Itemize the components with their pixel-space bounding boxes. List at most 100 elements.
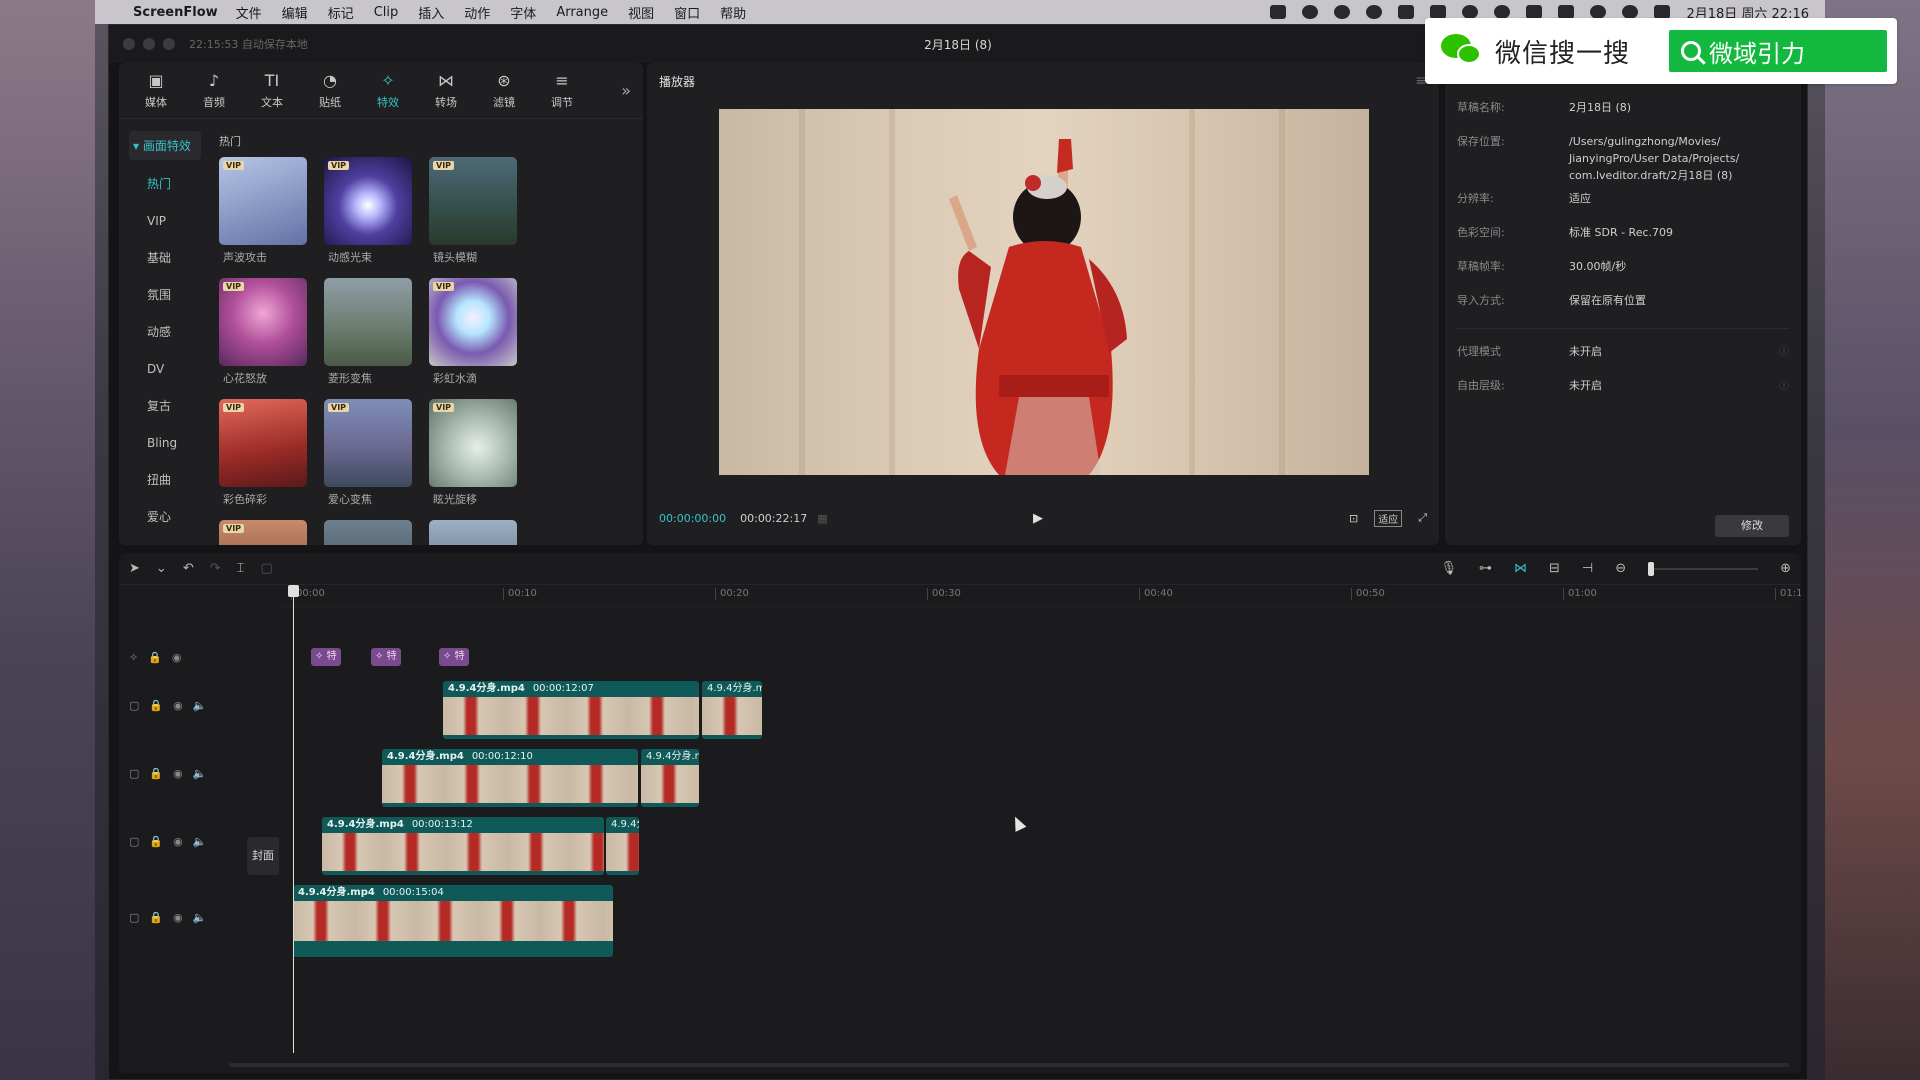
eye-icon[interactable]: ◉ (173, 835, 183, 848)
video-clip[interactable]: 4.9.4分身.mp4 00:00:12:07 (443, 681, 699, 739)
notification-icon[interactable] (1462, 5, 1479, 19)
zoom-window-button[interactable] (163, 38, 175, 50)
menu-font[interactable]: 字体 (510, 3, 536, 22)
category-dv[interactable]: DV (119, 351, 209, 388)
wechat-search-box[interactable]: 微域引力 (1669, 30, 1887, 72)
network-icon[interactable] (1302, 5, 1319, 19)
lock-icon[interactable]: 🔒 (149, 911, 163, 924)
lock-icon[interactable]: 🔒 (148, 651, 162, 664)
screen-record-icon[interactable] (1270, 5, 1287, 19)
link-icon[interactable]: ⊶ (1479, 561, 1492, 576)
search-icon[interactable] (1654, 5, 1671, 19)
effect-tile[interactable]: VIP 心花怒放 (219, 278, 307, 399)
effect-clip[interactable]: ✧ 特 (439, 648, 469, 666)
effect-tile[interactable] (429, 520, 517, 545)
undo-icon[interactable]: ↶ (183, 561, 194, 576)
effect-tile[interactable]: VIP 彩色碎彩 (219, 399, 307, 520)
timeline-body[interactable]: 00:00 00:10 00:20 00:30 00:40 00:50 01:0… (119, 585, 1801, 1073)
category-love[interactable]: 爱心 (119, 499, 209, 536)
zoom-in-icon[interactable]: ⊕ (1780, 561, 1791, 576)
tab-sticker[interactable]: ◔ 贴纸 (301, 71, 359, 110)
menu-action[interactable]: 动作 (464, 3, 490, 22)
category-bling[interactable]: Bling (119, 425, 209, 462)
effect-clip[interactable]: ✧ 特 (311, 648, 341, 666)
menu-view[interactable]: 视图 (628, 3, 654, 22)
video-clip[interactable]: 4.9.4分身.mp4 00:00:12:10 (382, 749, 638, 807)
category-hot[interactable]: 热门 (119, 166, 209, 203)
status-dot-icon[interactable] (1366, 5, 1383, 19)
video-clip[interactable]: 4.9.4分 (606, 817, 639, 875)
playhead-handle[interactable] (288, 585, 299, 597)
audio-icon[interactable]: 🔈 (193, 911, 207, 924)
zoom-slider-knob[interactable] (1648, 561, 1655, 576)
more-tabs-icon[interactable]: » (621, 81, 631, 100)
effect-tile[interactable]: VIP 动感光束 (324, 157, 412, 278)
fullscreen-icon[interactable]: ⤢ (1418, 511, 1427, 525)
menu-edit[interactable]: 编辑 (282, 3, 308, 22)
eye-icon[interactable]: ◉ (172, 651, 182, 664)
menu-file[interactable]: 文件 (236, 3, 262, 22)
effect-tile[interactable] (324, 520, 412, 545)
help-icon[interactable]: ⓘ (1779, 371, 1789, 392)
menu-insert[interactable]: 插入 (418, 3, 444, 22)
lock-icon[interactable]: 🔒 (149, 835, 163, 848)
play-button[interactable]: ▶ (1033, 511, 1043, 526)
effect-tile[interactable]: VIP 声波攻击 (219, 157, 307, 278)
menu-window[interactable]: 窗口 (674, 3, 700, 22)
category-retro[interactable]: 复古 (119, 388, 209, 425)
app-status-icon[interactable] (1430, 5, 1447, 19)
cover-button[interactable]: 封面 (247, 837, 279, 875)
preview-axis-icon[interactable]: ⊟ (1549, 561, 1560, 576)
tab-adjust[interactable]: ≡ 调节 (533, 71, 591, 110)
minimize-window-button[interactable] (143, 38, 155, 50)
timeline-scrollbar[interactable] (229, 1063, 1789, 1067)
category-vip[interactable]: VIP (119, 203, 209, 240)
close-window-button[interactable] (123, 38, 135, 50)
wifi-icon[interactable] (1590, 5, 1607, 19)
tab-filter[interactable]: ⊛ 滤镜 (475, 71, 533, 110)
pin-icon[interactable] (1398, 5, 1415, 19)
effect-tile[interactable]: 菱形变焦 (324, 278, 412, 399)
eye-icon[interactable]: ◉ (173, 911, 183, 924)
microphone-icon[interactable]: 🎙 (1440, 561, 1457, 576)
category-basic[interactable]: 基础 (119, 240, 209, 277)
share-icon[interactable] (1334, 5, 1351, 19)
category-atmosphere[interactable]: 氛围 (119, 277, 209, 314)
menu-clip[interactable]: Clip (374, 5, 399, 20)
volume-icon[interactable] (1526, 5, 1543, 19)
menu-help[interactable]: 帮助 (720, 3, 746, 22)
moon-icon[interactable] (1494, 5, 1511, 19)
lock-icon[interactable]: 🔒 (149, 767, 163, 780)
category-group-header[interactable]: ▾ 画面特效 (129, 131, 201, 160)
timeline-ruler[interactable]: 00:00 00:10 00:20 00:30 00:40 00:50 01:0… (279, 585, 1801, 607)
effect-tile[interactable]: VIP 爱心变焦 (324, 399, 412, 520)
battery-icon[interactable] (1558, 5, 1575, 19)
eye-icon[interactable]: ◉ (173, 767, 183, 780)
menu-arrange[interactable]: Arrange (556, 5, 608, 20)
timecode-grid-icon[interactable]: ▦ (817, 512, 827, 525)
menu-mark[interactable]: 标记 (328, 3, 354, 22)
track-split-icon[interactable]: ⊣ (1582, 561, 1593, 576)
app-menu[interactable]: ScreenFlow (133, 5, 218, 20)
split-icon[interactable]: ⌶ (237, 561, 245, 576)
wechat-status-icon[interactable] (1622, 5, 1639, 19)
playhead[interactable] (288, 585, 299, 1053)
help-icon[interactable]: ⓘ (1779, 337, 1789, 358)
tab-transition[interactable]: ⋈ 转场 (417, 71, 475, 110)
lock-icon[interactable]: 🔒 (149, 699, 163, 712)
audio-icon[interactable]: 🔈 (193, 699, 207, 712)
category-dynamic[interactable]: 动感 (119, 314, 209, 351)
video-clip[interactable]: 4.9.4分身.mp4 00:00:13:12 (322, 817, 604, 875)
tab-audio[interactable]: ♪ 音频 (185, 71, 243, 110)
effect-tile[interactable]: VIP 眩光旋移 (429, 399, 517, 520)
zoom-out-icon[interactable]: ⊖ (1615, 561, 1626, 576)
delete-icon[interactable]: ▢ (260, 561, 272, 576)
effect-tile[interactable]: VIP 彩虹水滴 (429, 278, 517, 399)
redo-icon[interactable]: ↷ (210, 561, 221, 576)
effect-tile[interactable]: VIP (219, 520, 307, 545)
chevron-down-icon[interactable]: ⌄ (156, 561, 167, 576)
video-clip[interactable]: 4.9.4分身.m (702, 681, 762, 739)
snap-icon[interactable]: ⋈ (1514, 561, 1527, 576)
video-clip[interactable]: 4.9.4分身.n (641, 749, 699, 807)
tab-media[interactable]: ▣ 媒体 (127, 71, 185, 110)
